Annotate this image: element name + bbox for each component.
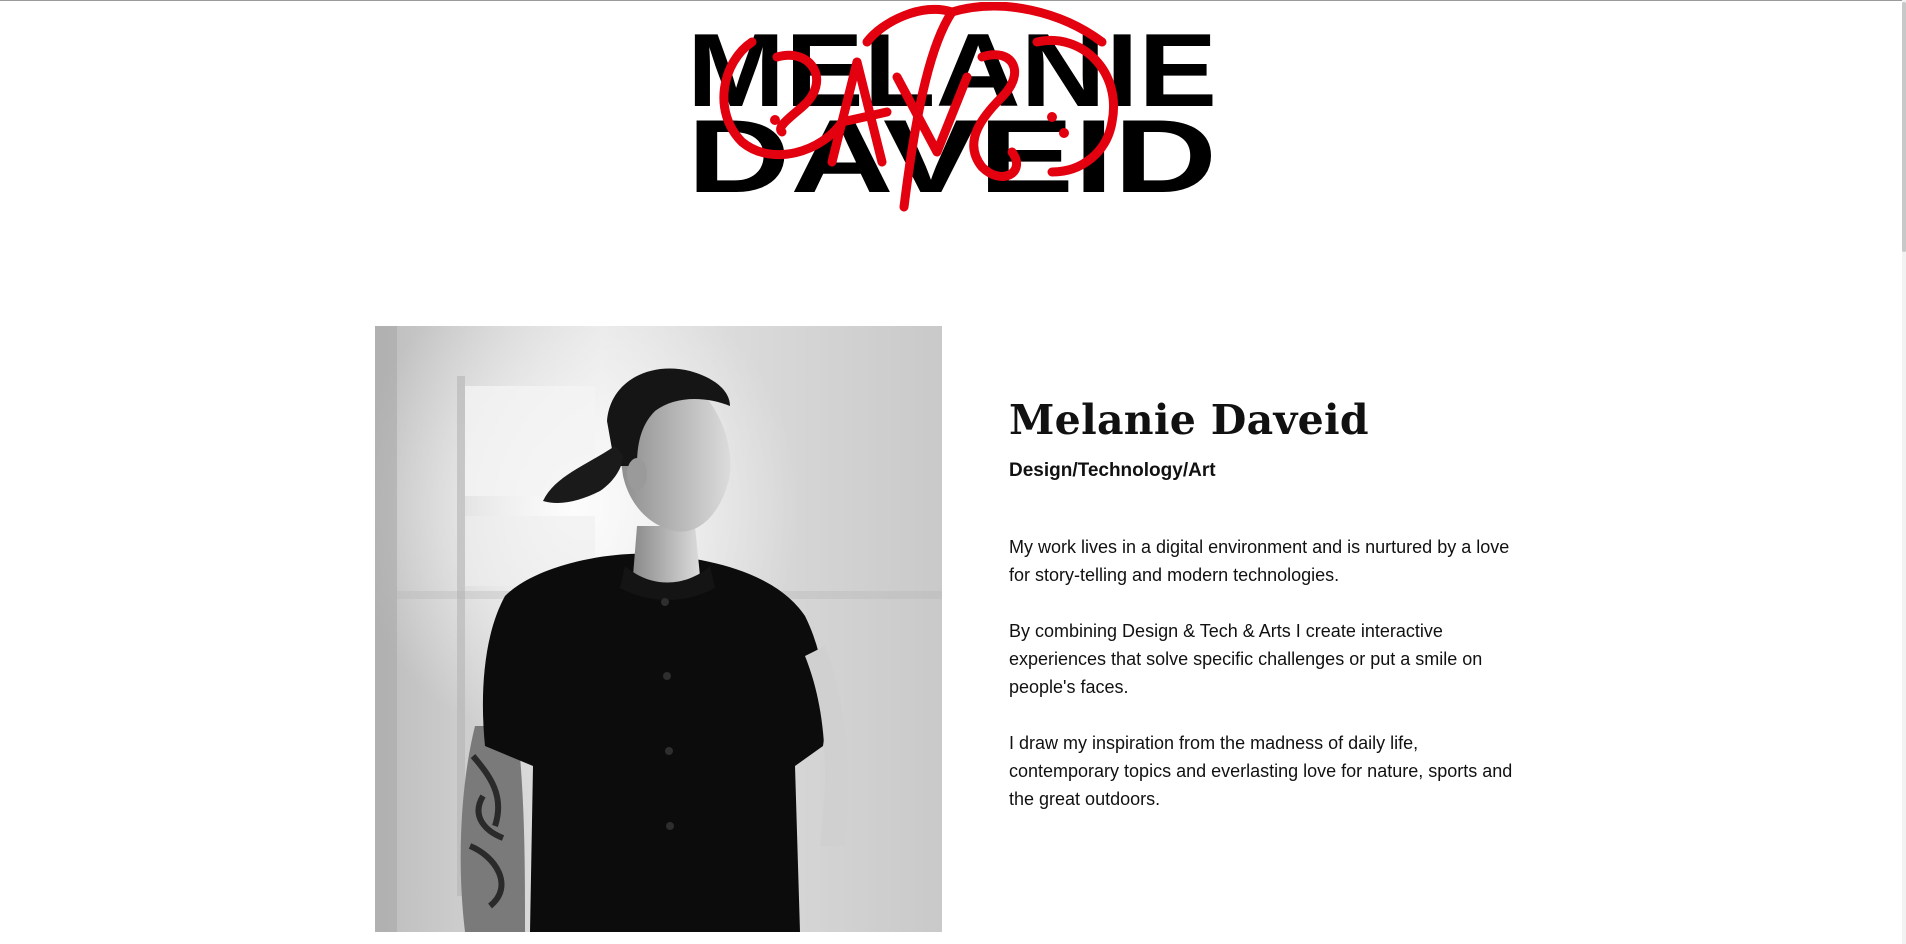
portrait-photo xyxy=(375,326,942,932)
scrollbar[interactable] xyxy=(1902,0,1906,944)
logo-graphic: MELANIE DAVEID xyxy=(687,1,1217,215)
bio-name-heading: Melanie Daveid xyxy=(1009,396,1369,444)
top-divider xyxy=(0,0,1906,1)
site-logo[interactable]: MELANIE DAVEID xyxy=(682,1,1222,220)
bio-tagline: Design/Technology/Art xyxy=(1009,460,1216,481)
bio-paragraph: By combining Design & Tech & Arts I crea… xyxy=(1009,621,1483,697)
scrollbar-thumb[interactable] xyxy=(1902,2,1906,252)
bio-section: Melanie Daveid Design/Technology/Art My … xyxy=(1009,388,1529,813)
bio-paragraph: I draw my inspiration from the madness o… xyxy=(1009,733,1513,809)
bio-paragraph: My work lives in a digital environment a… xyxy=(1009,537,1510,585)
portrait-image xyxy=(375,326,942,932)
